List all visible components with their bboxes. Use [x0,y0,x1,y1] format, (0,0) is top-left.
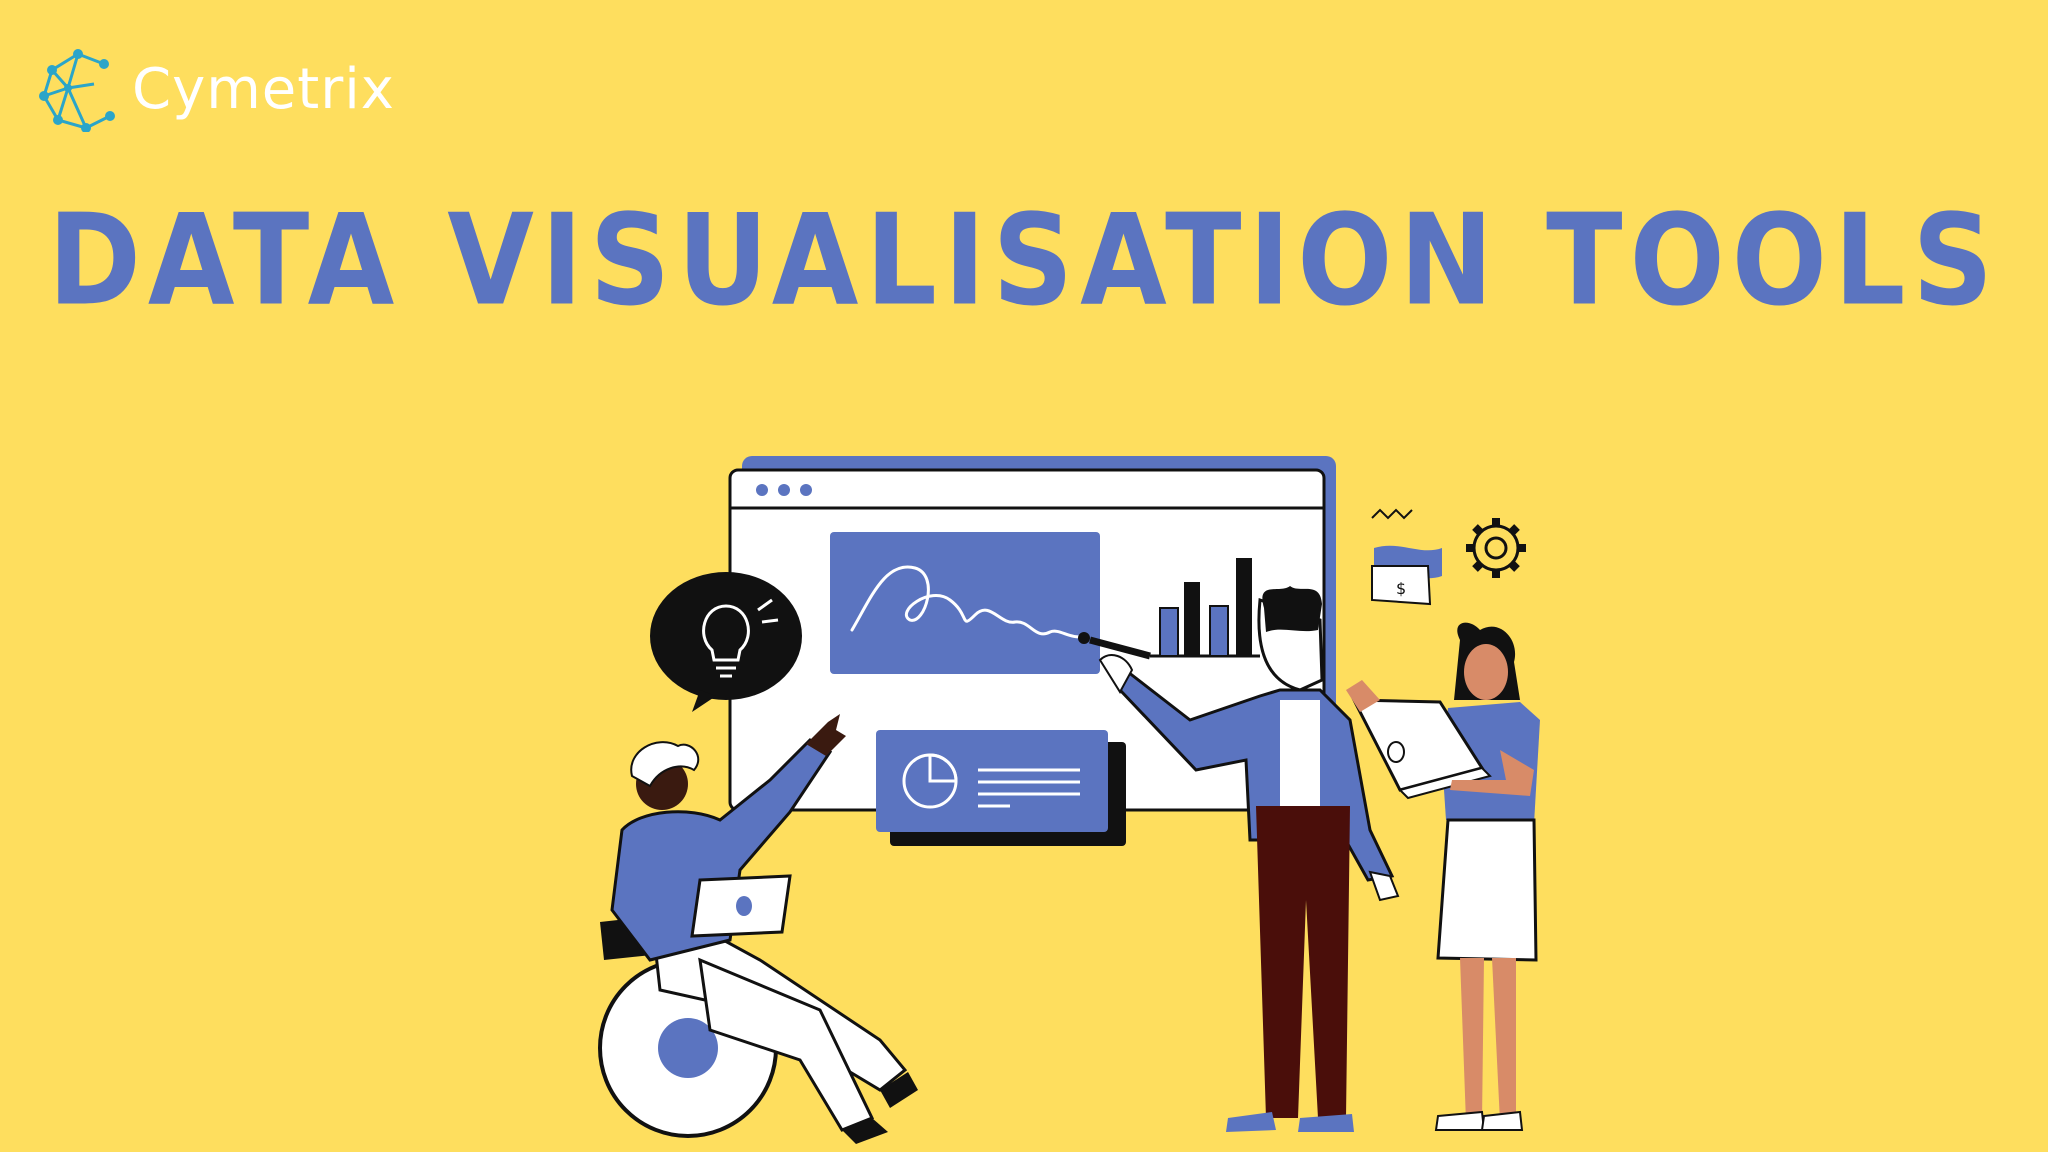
money-flag-icon: $ [1371,508,1442,606]
gear-icon [1466,518,1526,578]
pie-chart-icon [876,730,1126,846]
team-presentation-illustration: $ [598,456,1540,1144]
signature-icon [830,532,1100,674]
svg-text:$: $ [1396,579,1406,598]
